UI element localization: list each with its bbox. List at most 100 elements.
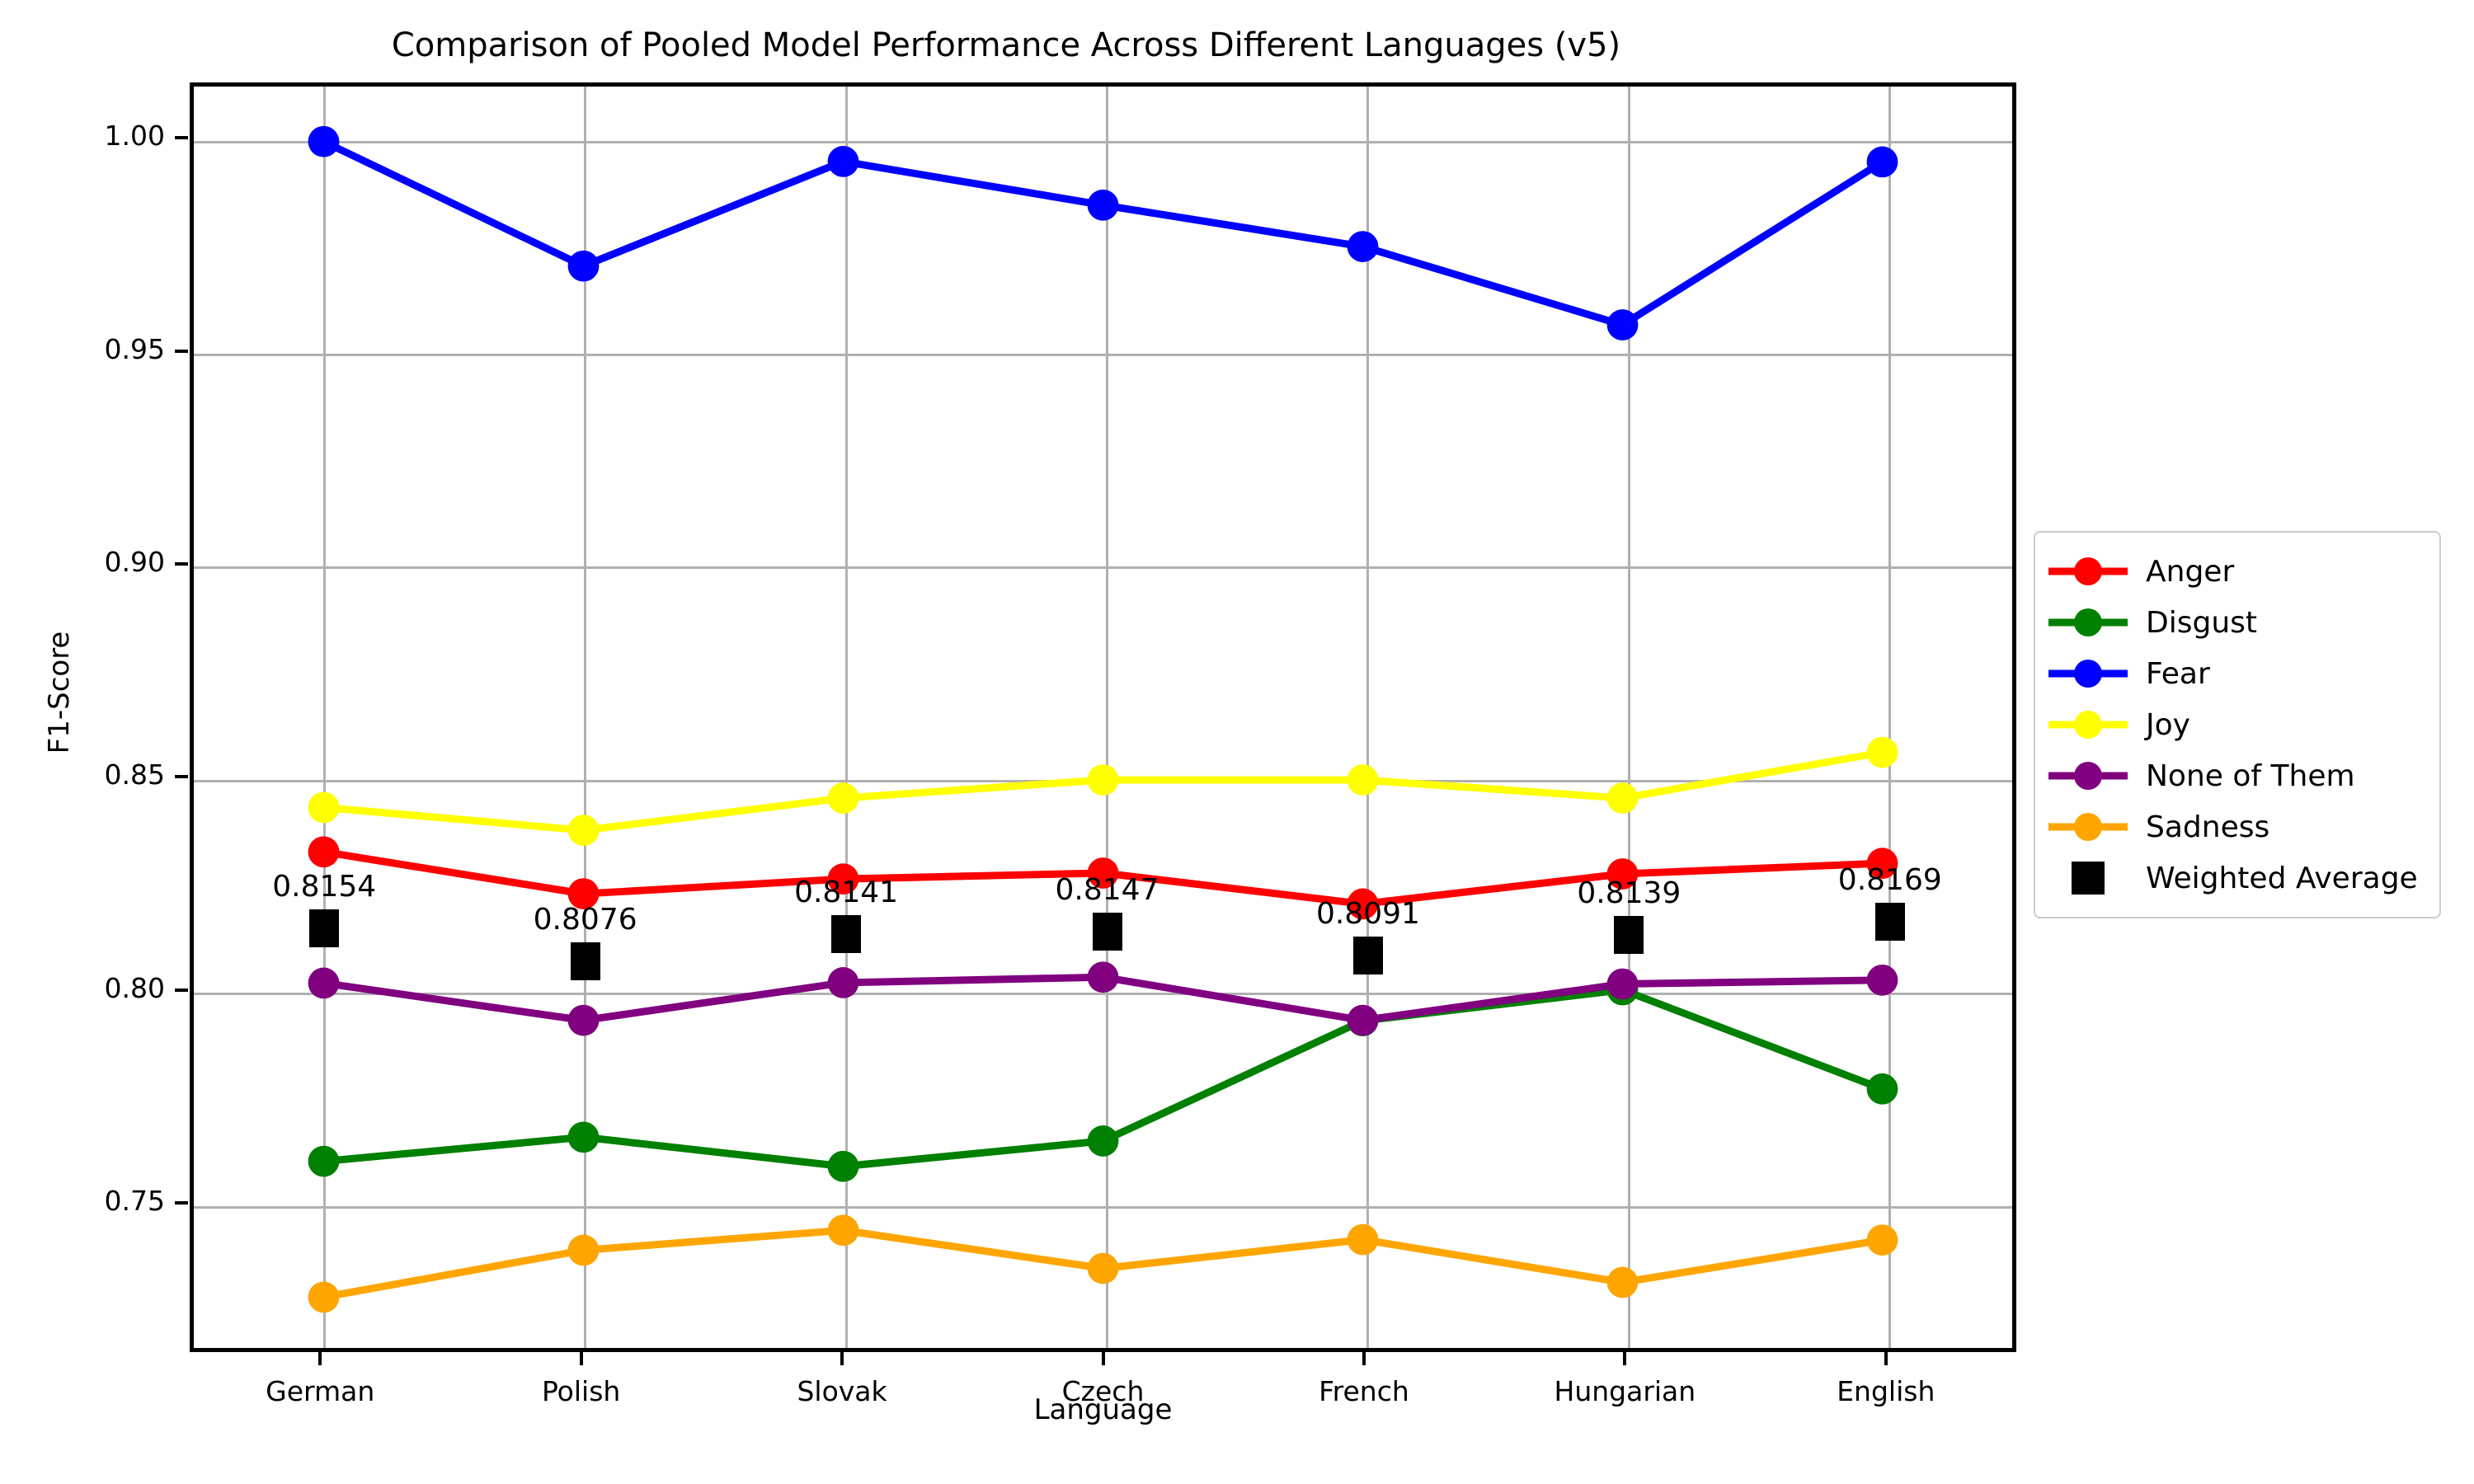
series-line: [320, 138, 1886, 329]
weighted-average-value-label: 0.8147: [1055, 872, 1159, 907]
x-tick-mark: [1623, 1352, 1627, 1365]
legend-item-weighted-average[interactable]: Weighted Average: [2048, 852, 2425, 904]
weighted-average-value-label: 0.8169: [1837, 863, 1942, 898]
x-tick-mark: [1884, 1352, 1888, 1365]
x-tick-label: Hungarian: [1554, 1375, 1696, 1407]
weighted-average-value-label: 0.8154: [272, 870, 377, 904]
legend-swatch-icon: [2048, 555, 2128, 588]
weighted-average-marker: [1874, 903, 1905, 942]
legend-swatch-icon: [2048, 606, 2128, 639]
y-tick-mark: [175, 349, 188, 353]
y-tick-label: 0.85: [104, 758, 165, 791]
data-point: [1866, 146, 1898, 178]
legend-label: Fear: [2146, 656, 2210, 691]
x-tick-label: French: [1319, 1375, 1409, 1407]
weighted-average-value-label: 0.8141: [794, 875, 899, 909]
x-tick-mark: [1101, 1352, 1105, 1365]
data-point: [1606, 782, 1639, 814]
y-tick-label: 0.80: [104, 971, 165, 1004]
x-tick-mark: [579, 1352, 583, 1365]
weighted-average-value-label: 0.8139: [1577, 876, 1681, 910]
weighted-average-value-label: 0.8091: [1315, 896, 1420, 931]
data-point: [1087, 1252, 1119, 1284]
data-point: [827, 1150, 859, 1182]
y-tick-label: 1.00: [104, 120, 165, 153]
data-point: [308, 791, 340, 824]
legend-label: Disgust: [2146, 605, 2258, 640]
plot-inner: 0.8154 0.8076 0.8141 0.8147 0.8091 0.8139 0.81…: [194, 87, 2012, 1348]
x-tick-label: English: [1837, 1375, 1935, 1407]
data-point: [1087, 189, 1119, 221]
legend: Anger Disgust Fear Joy None of Them Sadness We…: [2034, 531, 2441, 918]
data-point: [827, 145, 859, 177]
y-tick-mark: [175, 136, 188, 140]
legend-swatch-icon: [2048, 862, 2128, 895]
legend-label: Anger: [2146, 554, 2235, 589]
data-point: [1866, 1224, 1898, 1256]
legend-item-none-of-them[interactable]: None of Them: [2048, 750, 2425, 801]
data-point: [1347, 764, 1379, 796]
x-tick-mark: [1362, 1352, 1366, 1365]
series-disgust: [308, 974, 1898, 1182]
data-point: [1866, 736, 1898, 768]
legend-item-anger[interactable]: Anger: [2048, 546, 2425, 597]
chart-title: Comparison of Pooled Model Performance A…: [391, 26, 1621, 64]
data-point: [1087, 1125, 1119, 1157]
weighted-average-marker: [1614, 915, 1644, 954]
x-tick-mark: [840, 1352, 844, 1365]
weighted-average-marker: [1092, 912, 1122, 951]
y-tick-label: 0.95: [104, 332, 165, 365]
data-point: [567, 250, 600, 282]
data-point: [308, 1281, 340, 1313]
x-tick-label: Polish: [541, 1375, 621, 1407]
legend-swatch-icon: [2048, 708, 2128, 741]
data-point: [827, 1214, 859, 1247]
data-point: [1606, 1266, 1639, 1298]
plot-area: 0.8154 0.8076 0.8141 0.8147 0.8091 0.8139 0.81…: [190, 82, 2016, 1352]
series-none-of-them: [308, 961, 1898, 1036]
legend-item-sadness[interactable]: Sadness: [2048, 801, 2425, 852]
data-point: [827, 967, 859, 998]
data-point: [1606, 309, 1639, 340]
series-sadness: [308, 1214, 1898, 1313]
data-point: [308, 967, 340, 999]
data-point: [567, 1004, 600, 1036]
data-point: [1866, 1073, 1898, 1105]
data-point: [1087, 764, 1119, 796]
data-point: [308, 125, 340, 157]
legend-label: Weighted Average: [2146, 861, 2418, 895]
series-layer: [308, 125, 1898, 1313]
data-point: [1347, 231, 1379, 262]
y-tick-label: 0.90: [104, 545, 165, 578]
y-tick-mark: [175, 988, 188, 992]
data-point: [1866, 964, 1898, 996]
y-tick-mark: [175, 775, 188, 779]
legend-swatch-icon: [2048, 759, 2128, 792]
legend-swatch-icon: [2048, 657, 2128, 690]
legend-item-joy[interactable]: Joy: [2048, 699, 2425, 750]
series-joy: [308, 736, 1898, 846]
legend-swatch-icon: [2048, 810, 2128, 843]
y-tick-mark: [175, 1201, 188, 1205]
weighted-average-marker: [1352, 936, 1383, 974]
y-tick-mark: [175, 561, 188, 566]
data-point: [308, 836, 340, 868]
series-fear: [308, 125, 1898, 340]
x-tick-label: German: [266, 1375, 375, 1407]
x-tick-label: Czech: [1061, 1375, 1145, 1407]
x-tick-label: Slovak: [797, 1375, 887, 1407]
weighted-average-marker: [570, 942, 600, 981]
chart-figure: Comparison of Pooled Model Performance A…: [0, 0, 2474, 1484]
legend-item-fear[interactable]: Fear: [2048, 648, 2425, 699]
data-point: [567, 1121, 600, 1153]
weighted-average-marker: [831, 914, 862, 953]
legend-label: Joy: [2146, 707, 2190, 742]
legend-item-disgust[interactable]: Disgust: [2048, 597, 2425, 648]
y-tick-label: 0.75: [104, 1185, 165, 1218]
x-tick-mark: [318, 1352, 322, 1365]
data-point: [1347, 1004, 1379, 1036]
data-point: [567, 1234, 600, 1266]
data-point: [1606, 968, 1639, 1000]
data-point: [1347, 1223, 1379, 1256]
data-point: [1087, 961, 1119, 993]
